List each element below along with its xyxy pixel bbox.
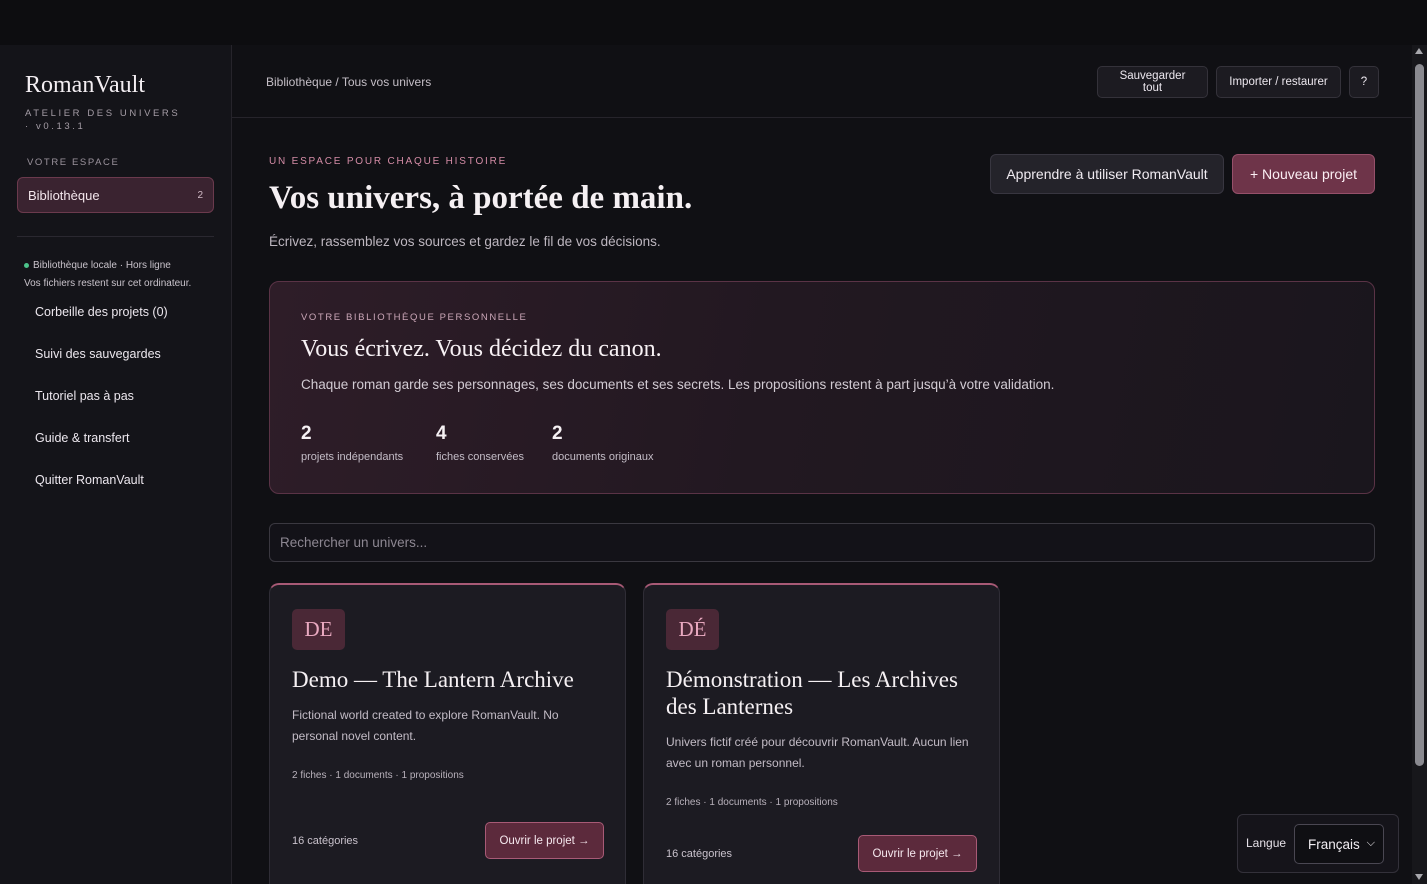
- sidebar-item-tutorial[interactable]: Tutoriel pas à pas: [35, 389, 134, 403]
- hero-eyebrow: UN ESPACE POUR CHAQUE HISTOIRE: [269, 156, 508, 167]
- stat-label: fiches conservées: [436, 451, 525, 463]
- sidebar-divider: [17, 236, 214, 237]
- status-note: Vos fichiers restent sur cet ordinateur.: [24, 278, 192, 289]
- panel-title: Vous écrivez. Vous décidez du canon.: [301, 336, 662, 362]
- app-version: ATELIER DES UNIVERS · v0.13.1: [25, 108, 181, 132]
- status-line: Bibliothèque locale · Hors ligne: [33, 260, 171, 271]
- sidebar-item-library[interactable]: Bibliothèque 2: [17, 177, 214, 213]
- stat-label: projets indépendants: [301, 451, 404, 463]
- stat-value: 4: [436, 423, 447, 444]
- project-meta: 2 fiches · 1 documents · 1 propositions: [666, 797, 838, 808]
- project-avatar: DÉ: [666, 609, 719, 650]
- language-selector: Langue Français ⌵: [1237, 814, 1399, 873]
- project-categories: 16 catégories: [292, 835, 359, 847]
- scroll-up-icon[interactable]: [1415, 48, 1423, 54]
- sidebar: RomanVault ATELIER DES UNIVERS · v0.13.1…: [0, 45, 232, 884]
- panel-eyebrow: VOTRE BIBLIOTHÈQUE PERSONNELLE: [301, 312, 528, 323]
- search-input[interactable]: [269, 523, 1375, 562]
- chevron-down-icon: ⌵: [1366, 837, 1375, 849]
- sidebar-item-guide[interactable]: Guide & transfert: [35, 431, 130, 445]
- project-description: Univers fictif créé pour découvrir Roman…: [666, 735, 969, 770]
- main-content: UN ESPACE POUR CHAQUE HISTOIRE Vos unive…: [232, 118, 1412, 884]
- stat-label: documents originaux: [552, 451, 654, 463]
- breadcrumb: Bibliothèque / Tous vos univers: [266, 75, 432, 89]
- open-project-button[interactable]: Ouvrir le projet →: [858, 835, 977, 872]
- project-description: Fictional world created to explore Roman…: [292, 708, 559, 743]
- project-card[interactable]: DE Demo — The Lantern Archive Fictional …: [269, 583, 626, 884]
- stat-value: 2: [301, 423, 312, 444]
- language-value: Français: [1308, 836, 1360, 852]
- stat-sheets: 4 fiches conservées: [436, 423, 524, 463]
- sidebar-item-trash[interactable]: Corbeille des projets (0): [35, 305, 168, 319]
- stat-value: 2: [552, 423, 563, 444]
- stat-documents: 2 documents originaux: [552, 423, 654, 463]
- sidebar-item-backups[interactable]: Suivi des sauvegardes: [35, 347, 161, 361]
- library-summary-panel: VOTRE BIBLIOTHÈQUE PERSONNELLE Vous écri…: [269, 281, 1375, 494]
- open-project-button[interactable]: Ouvrir le projet →: [485, 822, 604, 859]
- page-title: Vos univers, à portée de main.: [269, 180, 693, 216]
- project-title: Demo — The Lantern Archive: [292, 667, 574, 692]
- project-card[interactable]: DÉ Démonstration — Les Archives des Lant…: [643, 583, 1000, 884]
- status-dot-icon: [24, 262, 29, 268]
- top-strip: [0, 0, 1427, 45]
- import-restore-button[interactable]: Importer / restaurer: [1216, 66, 1341, 98]
- panel-text: Chaque roman garde ses personnages, ses …: [301, 377, 1055, 392]
- stat-projects: 2 projets indépendants: [301, 423, 403, 463]
- new-project-button[interactable]: + Nouveau projet: [1232, 154, 1375, 194]
- top-bar: Bibliothèque / Tous vos univers Sauvegar…: [232, 45, 1412, 118]
- offline-status: Bibliothèque locale · Hors ligne Vos fic…: [24, 257, 191, 293]
- scroll-thumb[interactable]: [1415, 64, 1424, 766]
- learn-button[interactable]: Apprendre à utiliser RomanVault: [990, 154, 1224, 194]
- scrollbar[interactable]: [1412, 45, 1427, 884]
- project-avatar: DE: [292, 609, 345, 650]
- sidebar-section-label: VOTRE ESPACE: [27, 157, 120, 168]
- app-brand: RomanVault: [25, 72, 145, 98]
- sidebar-item-label: Bibliothèque: [28, 187, 100, 203]
- save-all-button[interactable]: Sauvegarder tout: [1097, 66, 1208, 98]
- project-title: Démonstration — Les Archives des Lantern…: [666, 667, 958, 719]
- project-meta: 2 fiches · 1 documents · 1 propositions: [292, 770, 464, 781]
- language-select[interactable]: Français ⌵: [1294, 824, 1384, 864]
- scroll-down-icon[interactable]: [1415, 874, 1423, 880]
- page-subtitle: Écrivez, rassemblez vos sources et garde…: [269, 234, 661, 249]
- project-categories: 16 catégories: [666, 848, 733, 860]
- language-label: Langue: [1246, 836, 1287, 850]
- help-button[interactable]: ?: [1349, 66, 1379, 98]
- sidebar-item-quit[interactable]: Quitter RomanVault: [35, 473, 144, 487]
- project-count-badge: 2: [197, 189, 203, 201]
